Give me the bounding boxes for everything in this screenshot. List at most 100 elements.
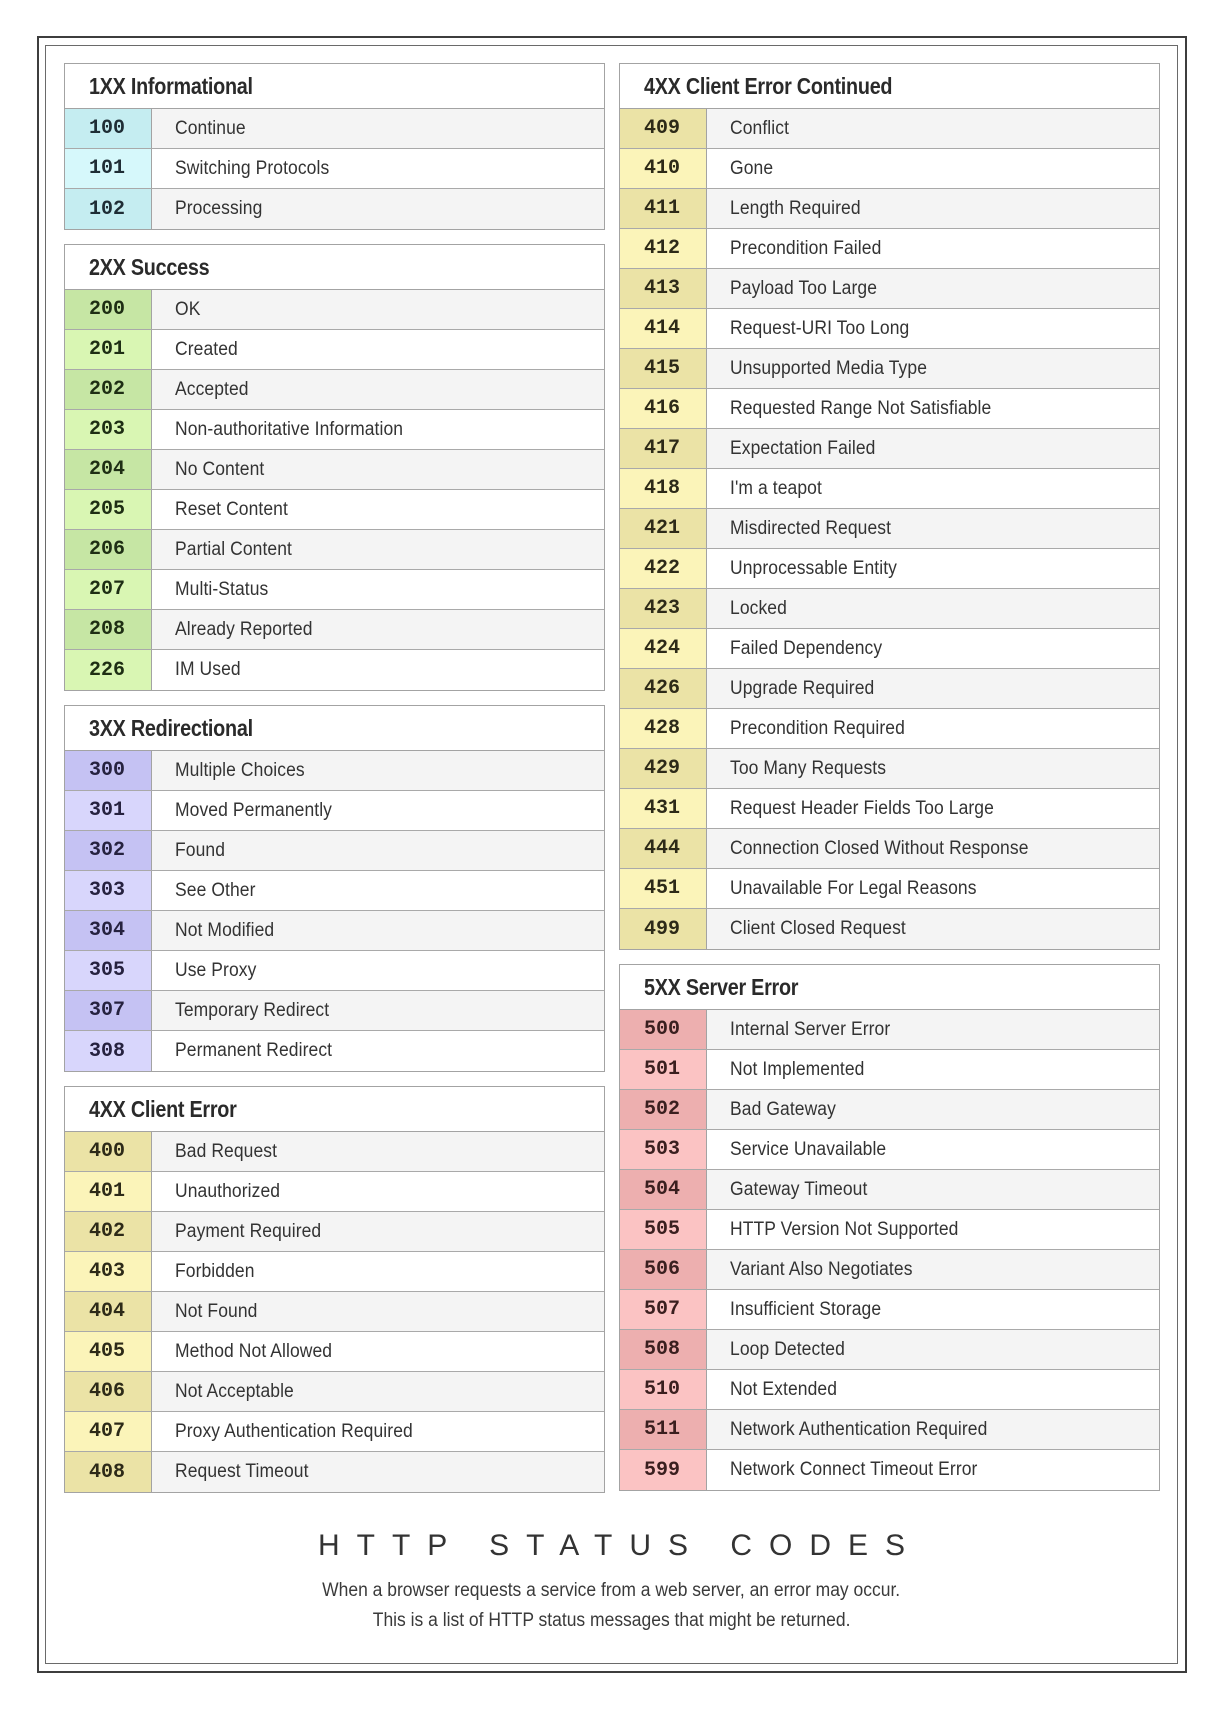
section-header: 2XX Success	[65, 245, 604, 290]
status-code: 510	[620, 1370, 707, 1409]
status-code: 426	[620, 669, 707, 708]
section-1xx-informational: 1XX Informational 100 Continue 101 Switchin…	[64, 63, 605, 230]
status-description: Insufficient Storage	[707, 1290, 1159, 1329]
status-description-text: Proxy Authentication Required	[175, 1420, 413, 1442]
status-description-text: Unprocessable Entity	[730, 557, 898, 579]
status-description: Unprocessable Entity	[707, 549, 1159, 588]
status-row: 429 Too Many Requests	[620, 749, 1159, 789]
status-row: 500 Internal Server Error	[620, 1010, 1159, 1050]
status-description: Moved Permanently	[152, 791, 604, 830]
status-row: 409 Conflict	[620, 109, 1159, 149]
status-description: Not Implemented	[707, 1050, 1159, 1089]
status-description: Connection Closed Without Response	[707, 829, 1159, 868]
status-description-text: Client Closed Request	[730, 918, 906, 939]
status-description-text: Found	[175, 839, 226, 861]
status-row: 451 Unavailable For Legal Reasons	[620, 869, 1159, 909]
status-description: Accepted	[152, 370, 604, 409]
status-code: 418	[620, 469, 707, 508]
status-description-text: Insufficient Storage	[730, 1298, 882, 1320]
status-row: 511 Network Authentication Required	[620, 1410, 1159, 1450]
status-description-text: Misdirected Request	[730, 517, 892, 539]
status-description-text: Network Authentication Required	[730, 1418, 988, 1440]
status-description-text: Precondition Required	[730, 717, 905, 739]
status-list: 100 Continue 101 Switching Protocols 102 Proc…	[65, 109, 604, 229]
status-description-text: I'm a teapot	[730, 477, 822, 499]
status-row: 226 IM Used	[65, 650, 604, 690]
status-row: 205 Reset Content	[65, 490, 604, 530]
status-description-text: Payload Too Large	[730, 277, 878, 299]
status-code: 444	[620, 829, 707, 868]
status-description: Processing	[152, 189, 604, 229]
status-row: 421 Misdirected Request	[620, 509, 1159, 549]
status-description-text: Length Required	[730, 197, 861, 219]
status-row: 407 Proxy Authentication Required	[65, 1412, 604, 1452]
status-description-text: Multiple Choices	[175, 759, 305, 781]
status-description: Network Connect Timeout Error	[707, 1450, 1159, 1490]
status-code: 505	[620, 1210, 707, 1249]
right-column: 4XX Client Error Continued 409 Conflict 41…	[619, 63, 1160, 1505]
status-row: 599 Network Connect Timeout Error	[620, 1450, 1159, 1490]
status-description: Partial Content	[152, 530, 604, 569]
status-description: Request Timeout	[152, 1452, 604, 1492]
status-description-text: Processing	[175, 198, 263, 219]
status-description: No Content	[152, 450, 604, 489]
status-description-text: Unsupported Media Type	[730, 357, 928, 379]
status-row: 424 Failed Dependency	[620, 629, 1159, 669]
status-code: 421	[620, 509, 707, 548]
status-description: Conflict	[707, 109, 1159, 148]
status-description: Created	[152, 330, 604, 369]
status-row: 505 HTTP Version Not Supported	[620, 1210, 1159, 1250]
status-description: Unsupported Media Type	[707, 349, 1159, 388]
status-description: Method Not Allowed	[152, 1332, 604, 1371]
status-code: 206	[65, 530, 152, 569]
section-4xx-client-error-continued: 4XX Client Error Continued 409 Conflict 41…	[619, 63, 1160, 950]
status-description-text: Created	[175, 338, 238, 360]
status-description-text: Unavailable For Legal Reasons	[730, 877, 977, 899]
status-description-text: Accepted	[175, 378, 249, 400]
status-row: 508 Loop Detected	[620, 1330, 1159, 1370]
status-row: 400 Bad Request	[65, 1132, 604, 1172]
section-header: 1XX Informational	[65, 64, 604, 109]
status-description: Already Reported	[152, 610, 604, 649]
status-row: 501 Not Implemented	[620, 1050, 1159, 1090]
status-description: HTTP Version Not Supported	[707, 1210, 1159, 1249]
status-description-text: Locked	[730, 597, 787, 619]
status-code: 413	[620, 269, 707, 308]
status-code: 499	[620, 909, 707, 949]
status-code: 300	[65, 751, 152, 790]
status-description-text: See Other	[175, 879, 256, 901]
status-code: 201	[65, 330, 152, 369]
status-description: Network Authentication Required	[707, 1410, 1159, 1449]
status-description: IM Used	[152, 650, 604, 690]
status-row: 307 Temporary Redirect	[65, 991, 604, 1031]
status-row: 428 Precondition Required	[620, 709, 1159, 749]
section-header: 5XX Server Error	[620, 965, 1159, 1010]
status-description-text: Not Modified	[175, 919, 275, 941]
status-description-text: Multi-Status	[175, 578, 269, 600]
status-description: Precondition Required	[707, 709, 1159, 748]
status-code: 501	[620, 1050, 707, 1089]
status-row: 510 Not Extended	[620, 1370, 1159, 1410]
status-list: 500 Internal Server Error 501 Not Implement…	[620, 1010, 1159, 1490]
status-description: I'm a teapot	[707, 469, 1159, 508]
status-description-text: Requested Range Not Satisfiable	[730, 397, 992, 419]
section-title: 4XX Client Error Continued	[644, 72, 893, 99]
status-code: 301	[65, 791, 152, 830]
status-row: 503 Service Unavailable	[620, 1130, 1159, 1170]
status-description-text: Partial Content	[175, 538, 293, 560]
status-description-text: Reset Content	[175, 498, 288, 520]
status-row: 406 Not Acceptable	[65, 1372, 604, 1412]
status-description-text: Gateway Timeout	[730, 1178, 868, 1200]
status-code: 102	[65, 189, 152, 229]
status-row: 422 Unprocessable Entity	[620, 549, 1159, 589]
status-description-text: IM Used	[175, 659, 241, 680]
status-row: 303 See Other	[65, 871, 604, 911]
status-row: 401 Unauthorized	[65, 1172, 604, 1212]
status-description-text: Unauthorized	[175, 1180, 281, 1202]
status-description: Proxy Authentication Required	[152, 1412, 604, 1451]
status-code: 503	[620, 1130, 707, 1169]
status-row: 100 Continue	[65, 109, 604, 149]
status-code: 304	[65, 911, 152, 950]
section-title: 4XX Client Error	[89, 1095, 237, 1122]
section-title: 3XX Redirectional	[89, 714, 253, 741]
